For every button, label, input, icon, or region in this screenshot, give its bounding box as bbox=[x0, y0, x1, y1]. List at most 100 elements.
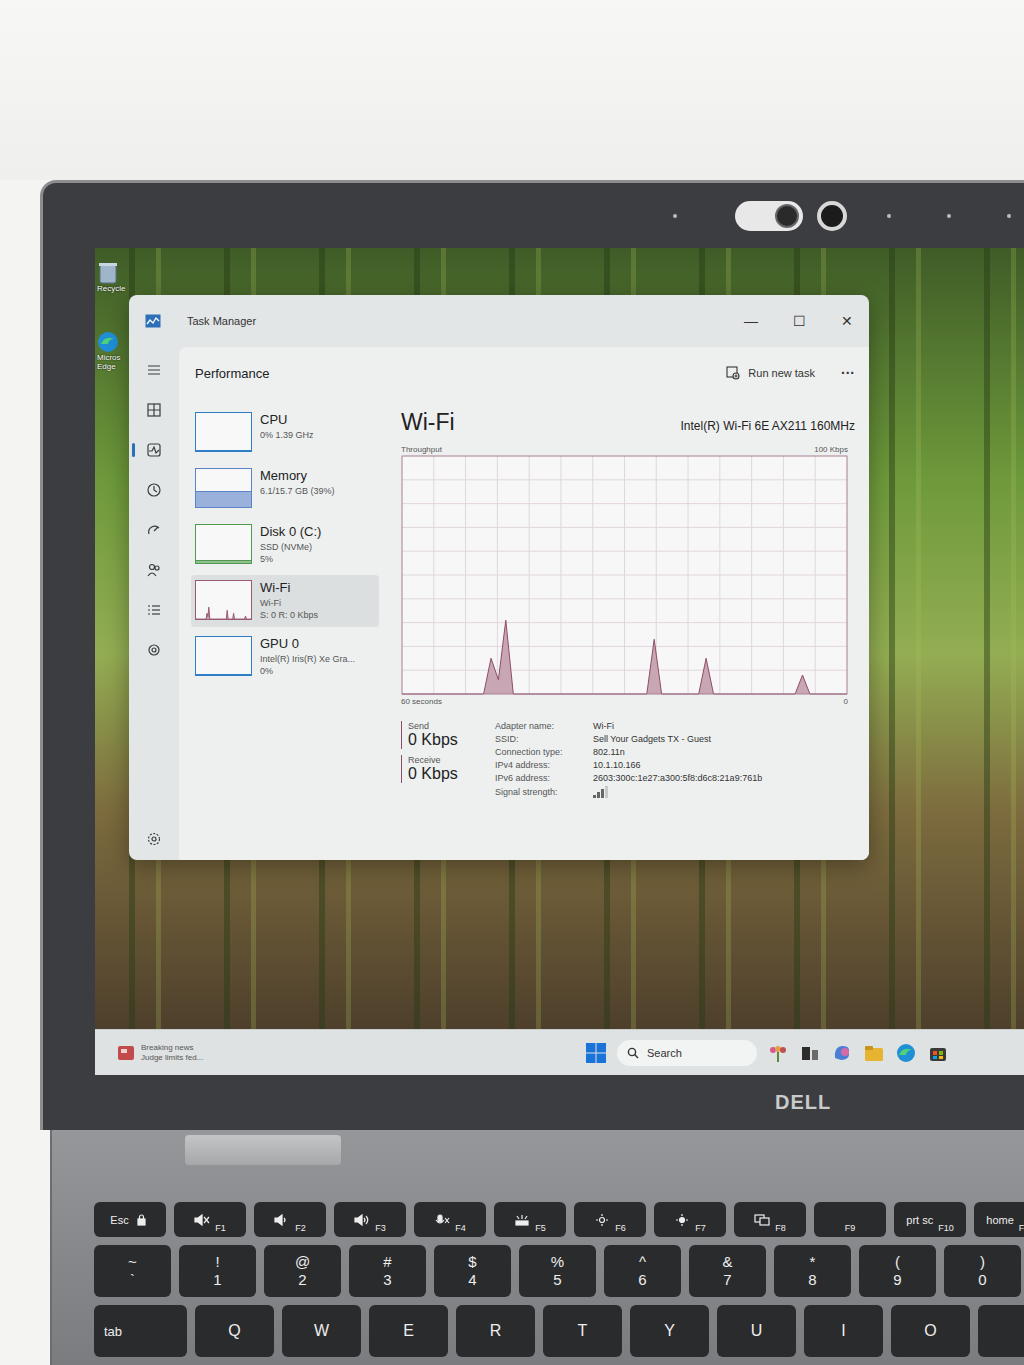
taskbar-search[interactable]: Search bbox=[617, 1040, 757, 1066]
number-key[interactable]: ^6 bbox=[604, 1245, 681, 1297]
letter-key[interactable]: U bbox=[717, 1305, 796, 1357]
letter-key[interactable]: T bbox=[543, 1305, 622, 1357]
window-control-button[interactable]: ✕ bbox=[839, 313, 855, 329]
edge-icon bbox=[97, 331, 119, 353]
taskbar-app[interactable] bbox=[927, 1042, 949, 1064]
letter-key[interactable]: W bbox=[282, 1305, 361, 1357]
nav-item[interactable] bbox=[143, 521, 165, 539]
nav-item[interactable] bbox=[143, 641, 165, 659]
function-key[interactable]: F5 bbox=[494, 1202, 566, 1237]
function-key[interactable]: F6 bbox=[574, 1202, 646, 1237]
function-key[interactable]: F1 bbox=[174, 1202, 246, 1237]
number-key[interactable]: %5 bbox=[519, 1245, 596, 1297]
axis-min: 0 bbox=[844, 697, 848, 706]
desktop-icon[interactable]: Micros Edge bbox=[97, 331, 127, 371]
letter-key[interactable]: Q bbox=[195, 1305, 274, 1357]
taskbar-app[interactable] bbox=[767, 1042, 789, 1064]
mini-graph bbox=[195, 636, 252, 676]
window-control-button[interactable]: — bbox=[743, 313, 759, 329]
device-item[interactable]: Disk 0 (C:)SSD (NVMe)5% bbox=[191, 519, 379, 571]
settings-button[interactable] bbox=[143, 830, 165, 848]
function-key[interactable]: F7 bbox=[654, 1202, 726, 1237]
stat: Send0 Kbps bbox=[401, 721, 471, 749]
number-key[interactable]: *8 bbox=[774, 1245, 851, 1297]
dimmer-icon bbox=[594, 1214, 610, 1226]
task-manager-window: Task Manager—☐✕PerformanceRun new task··… bbox=[129, 295, 869, 860]
photo-scene: RecycleMicros EdgeTask Manager—☐✕Perform… bbox=[0, 0, 1024, 1365]
number-key[interactable]: $4 bbox=[434, 1245, 511, 1297]
adapter-model: Intel(R) Wi-Fi 6E AX211 160MHz bbox=[681, 419, 856, 433]
sensor-icon bbox=[673, 214, 677, 218]
window-control-button[interactable]: ☐ bbox=[791, 313, 807, 329]
taskbar-app[interactable] bbox=[799, 1042, 821, 1064]
nav-item[interactable] bbox=[143, 361, 165, 379]
throughput-area bbox=[402, 620, 847, 694]
letter-key[interactable]: O bbox=[891, 1305, 970, 1357]
function-key[interactable]: F4 bbox=[414, 1202, 486, 1237]
taskbar-app[interactable] bbox=[831, 1042, 853, 1064]
function-key[interactable]: Esc bbox=[94, 1202, 166, 1237]
nav-item[interactable] bbox=[143, 481, 165, 499]
number-key[interactable]: @2 bbox=[264, 1245, 341, 1297]
processes-icon bbox=[146, 402, 162, 418]
more-button[interactable]: ··· bbox=[841, 365, 855, 381]
letter-key[interactable] bbox=[978, 1305, 1024, 1357]
windows-start-icon[interactable] bbox=[585, 1042, 607, 1064]
sensor-icon bbox=[1007, 214, 1011, 218]
letter-key[interactable]: E bbox=[369, 1305, 448, 1357]
number-key[interactable]: ~` bbox=[94, 1245, 171, 1297]
letter-key[interactable]: I bbox=[804, 1305, 883, 1357]
laptop-lid: RecycleMicros EdgeTask Manager—☐✕Perform… bbox=[40, 180, 1024, 1130]
device-name: Disk 0 (C:) bbox=[260, 524, 321, 541]
menu-icon bbox=[146, 362, 162, 378]
letter-key[interactable]: R bbox=[456, 1305, 535, 1357]
number-key[interactable]: !1 bbox=[179, 1245, 256, 1297]
letter-key[interactable]: Y bbox=[630, 1305, 709, 1357]
users-icon bbox=[146, 562, 162, 578]
desktop: RecycleMicros EdgeTask Manager—☐✕Perform… bbox=[95, 248, 1024, 1029]
time-label: 60 seconds bbox=[401, 697, 442, 706]
letter-key[interactable]: tab bbox=[94, 1305, 187, 1357]
function-key[interactable]: F8 bbox=[734, 1202, 806, 1237]
device-name: CPU bbox=[260, 412, 314, 429]
property-label: SSID: bbox=[495, 734, 591, 744]
function-key[interactable]: homeF11 bbox=[974, 1202, 1024, 1237]
news-icon bbox=[117, 1044, 135, 1062]
nav-item[interactable] bbox=[143, 401, 165, 419]
axis-max: 100 Kbps bbox=[814, 445, 848, 454]
nav-item[interactable] bbox=[143, 441, 165, 459]
number-key[interactable]: #3 bbox=[349, 1245, 426, 1297]
device-item[interactable]: GPU 0Intel(R) Iris(R) Xe Gra...0% bbox=[191, 631, 379, 683]
hinge bbox=[185, 1135, 341, 1165]
function-key[interactable]: F9 bbox=[814, 1202, 886, 1237]
device-item[interactable]: CPU0% 1.39 GHz bbox=[191, 407, 379, 459]
taskbar-app[interactable] bbox=[863, 1042, 885, 1064]
nav-item[interactable] bbox=[143, 601, 165, 619]
device-detail: 6.1/15.7 GB (39%) bbox=[260, 485, 335, 497]
news-widget[interactable]: Breaking newsJudge limits fed... bbox=[117, 1043, 227, 1063]
detail-title: Wi-Fi bbox=[401, 409, 455, 436]
function-key[interactable]: F3 bbox=[334, 1202, 406, 1237]
panel-header: PerformanceRun new task··· bbox=[179, 347, 869, 399]
edge-icon bbox=[895, 1042, 917, 1064]
function-key[interactable]: prt scF10 bbox=[894, 1202, 966, 1237]
number-key[interactable]: )0 bbox=[944, 1245, 1021, 1297]
sensor-icon bbox=[947, 214, 951, 218]
nav-item[interactable] bbox=[143, 561, 165, 579]
run-new-task-button[interactable]: Run new task bbox=[726, 366, 815, 380]
number-key[interactable]: (9 bbox=[859, 1245, 936, 1297]
recycle-bin-icon bbox=[97, 260, 119, 284]
device-item[interactable]: Memory6.1/15.7 GB (39%) bbox=[191, 463, 379, 515]
signal-strength-icon bbox=[593, 786, 762, 798]
device-item[interactable]: Wi-FiWi-FiS: 0 R: 0 Kbps bbox=[191, 575, 379, 627]
property-value: 2603:300c:1e27:a300:5f8:d6c8:21a9:761b bbox=[593, 773, 762, 783]
taskbar: Breaking newsJudge limits fed... Search bbox=[95, 1029, 1024, 1075]
search-icon bbox=[627, 1047, 639, 1059]
keyboard: EscF1F2F3F4F5F6F7F8F9prt scF10homeF11 ~`!… bbox=[52, 1202, 1024, 1357]
function-key[interactable]: F2 bbox=[254, 1202, 326, 1237]
device-name: Memory bbox=[260, 468, 335, 485]
taskbar-app[interactable] bbox=[895, 1042, 917, 1064]
desktop-icon[interactable]: Recycle bbox=[97, 260, 127, 293]
dell-logo: DELL bbox=[775, 1091, 831, 1114]
number-key[interactable]: &7 bbox=[689, 1245, 766, 1297]
